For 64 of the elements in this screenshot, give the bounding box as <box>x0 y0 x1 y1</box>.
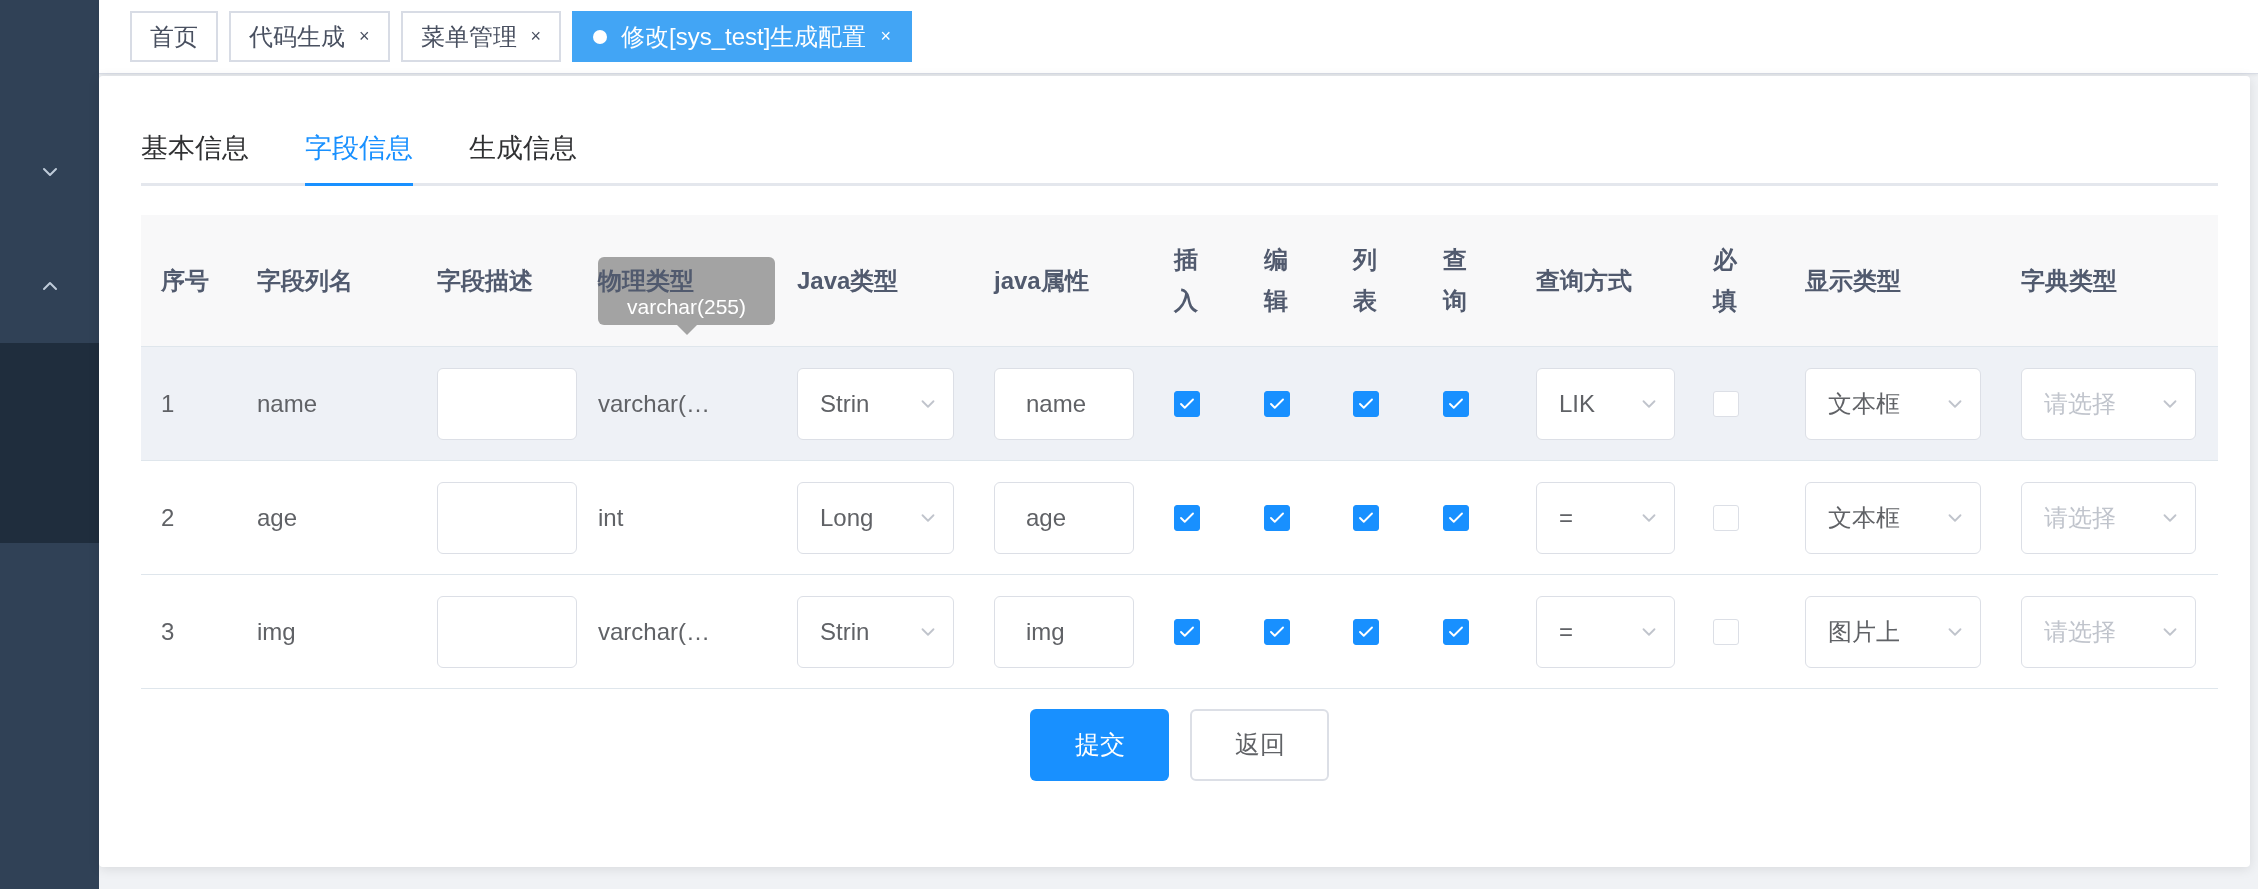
select-field[interactable]: Long <box>797 481 954 554</box>
table-cell: varchar(… <box>598 389 711 417</box>
table-cell: age <box>257 503 298 531</box>
select-field[interactable]: Strin <box>797 595 954 668</box>
select-field[interactable]: 文本框 <box>1805 367 1981 440</box>
column-header: 字段列名 <box>257 266 353 295</box>
checkbox[interactable] <box>1443 618 1469 645</box>
checkbox[interactable] <box>1443 504 1469 531</box>
tab[interactable]: 基本信息 <box>141 128 249 186</box>
select-field[interactable]: 图片上 <box>1805 595 1981 668</box>
column-header: 插入 <box>1174 244 1198 316</box>
select-field[interactable]: LIK <box>1536 367 1675 440</box>
select-field[interactable]: = <box>1536 481 1675 554</box>
input-field[interactable] <box>437 595 577 668</box>
table-cell: 3 <box>161 617 175 645</box>
close-icon[interactable]: × <box>359 23 370 50</box>
tag[interactable]: 首页 <box>130 11 218 62</box>
table-cell: name <box>257 389 318 417</box>
column-header: 查询方式 <box>1536 266 1632 295</box>
tag[interactable]: 代码生成 × <box>229 11 390 62</box>
column-header: 物理类型 <box>598 266 694 295</box>
input-field[interactable]: img <box>994 595 1134 668</box>
checkbox[interactable] <box>1264 504 1290 531</box>
checkbox[interactable] <box>1443 390 1469 417</box>
checkbox[interactable] <box>1174 618 1200 645</box>
tab[interactable]: 字段信息 <box>305 128 413 186</box>
tab[interactable]: 生成信息 <box>469 128 577 186</box>
column-header: 显示类型 <box>1805 266 1901 295</box>
column-header: 列表 <box>1353 244 1377 316</box>
checkbox[interactable] <box>1174 504 1200 531</box>
column-header: 字段描述 <box>437 266 533 295</box>
column-header: 字典类型 <box>2021 266 2117 295</box>
column-header: 查询 <box>1443 244 1467 316</box>
submit-button[interactable]: 提交 <box>1030 709 1169 781</box>
column-header: 编辑 <box>1264 244 1288 316</box>
column-header: 序号 <box>161 266 209 295</box>
tag[interactable]: 菜单管理 × <box>400 11 562 62</box>
tag-label: 菜单管理 <box>420 21 517 52</box>
input-field[interactable]: age <box>994 481 1134 554</box>
table-cell: 1 <box>161 389 175 417</box>
table-cell: 2 <box>161 503 175 531</box>
checkbox[interactable] <box>1264 618 1290 645</box>
table-cell: int <box>598 503 624 531</box>
table-cell: varchar(… <box>598 617 711 645</box>
column-header: java属性 <box>994 266 1089 295</box>
back-button[interactable]: 返回 <box>1190 709 1329 781</box>
select-field[interactable]: 文本框 <box>1805 481 1981 554</box>
select-field[interactable]: Strin <box>797 367 954 440</box>
table-cell: img <box>257 617 296 645</box>
tag-label: 代码生成 <box>249 21 345 52</box>
checkbox[interactable] <box>1353 504 1379 531</box>
select-field[interactable]: = <box>1536 595 1675 668</box>
input-field[interactable] <box>437 481 577 554</box>
close-icon[interactable]: × <box>530 23 542 50</box>
input-field[interactable] <box>437 367 577 440</box>
checkbox[interactable] <box>1353 390 1379 417</box>
checkbox[interactable] <box>1264 390 1290 417</box>
tag-label: 首页 <box>150 21 198 52</box>
tag-label: 修改[sys_test]生成配置 <box>621 21 867 52</box>
column-header: 必填 <box>1713 244 1737 316</box>
checkbox[interactable] <box>1174 390 1200 417</box>
column-header: Java类型 <box>797 266 899 295</box>
checkbox[interactable] <box>1353 618 1379 645</box>
input-field[interactable]: name <box>994 367 1134 440</box>
